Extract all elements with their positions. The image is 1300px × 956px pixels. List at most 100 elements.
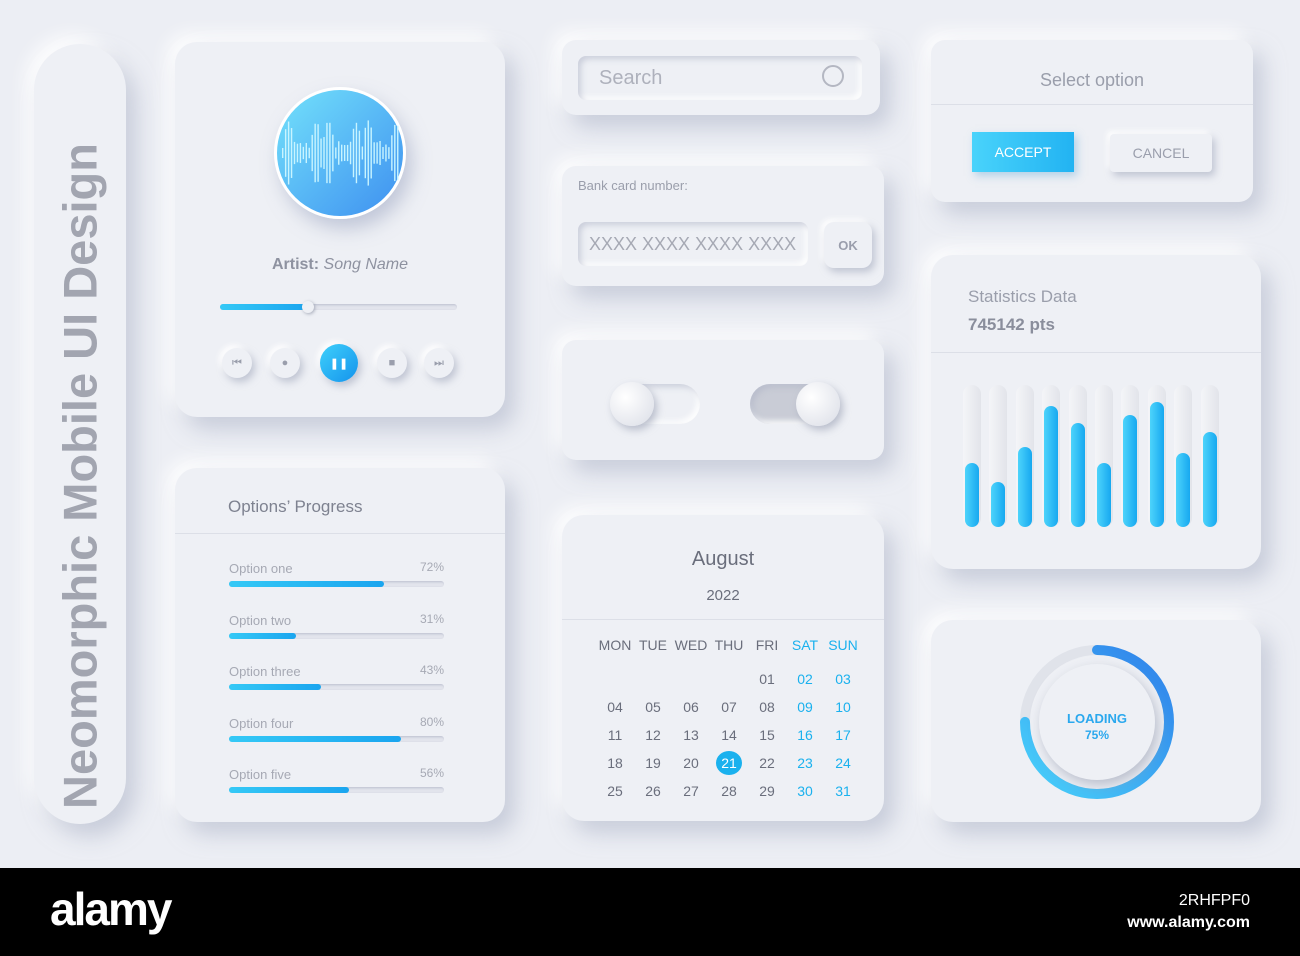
calendar-year: 2022 bbox=[706, 587, 740, 604]
search-input[interactable]: Search bbox=[578, 56, 862, 100]
stat-bar-track bbox=[1095, 385, 1113, 527]
weekday-label: SUN bbox=[828, 637, 858, 653]
calendar-day[interactable]: 11 bbox=[600, 727, 630, 743]
options-progress-card: Options’ Progress Option one 72% Option … bbox=[175, 468, 505, 822]
calendar-day[interactable]: 18 bbox=[600, 755, 630, 771]
calendar-day[interactable]: 10 bbox=[828, 699, 858, 715]
progress-value: 31% bbox=[419, 611, 444, 626]
calendar-day[interactable]: 14 bbox=[714, 727, 744, 743]
calendar-day[interactable]: 06 bbox=[676, 699, 706, 715]
calendar-day[interactable]: 13 bbox=[676, 727, 706, 743]
playback-slider[interactable] bbox=[220, 301, 457, 313]
stat-bar-track bbox=[1068, 385, 1087, 527]
artist-label: Artist: bbox=[271, 256, 320, 273]
album-waveform-disc bbox=[274, 87, 406, 219]
stat-bar-track bbox=[989, 385, 1008, 527]
stat-bar bbox=[1070, 423, 1085, 527]
calendar-day[interactable]: 19 bbox=[638, 755, 668, 771]
pause-button[interactable]: ❚❚ bbox=[320, 344, 358, 382]
progress-bar bbox=[229, 735, 444, 742]
search-icon[interactable] bbox=[822, 65, 844, 87]
stat-bar bbox=[1149, 402, 1164, 527]
stat-bar-track bbox=[963, 385, 981, 527]
ok-button[interactable]: OK bbox=[824, 222, 872, 268]
calendar-day[interactable]: 09 bbox=[790, 699, 820, 715]
weekday-label: MON bbox=[598, 637, 632, 653]
stat-bar-track bbox=[1015, 385, 1034, 527]
calendar-day[interactable]: 24 bbox=[828, 755, 858, 771]
calendar-day[interactable]: 12 bbox=[638, 727, 668, 743]
stat-bar-track bbox=[1174, 385, 1193, 527]
toggle-off[interactable] bbox=[610, 382, 700, 426]
calendar-day[interactable]: 04 bbox=[600, 699, 630, 715]
stats-value: 745142 pts bbox=[968, 315, 1055, 334]
progress-label: Option two bbox=[229, 612, 292, 628]
progress-bar bbox=[229, 632, 444, 639]
stat-bar bbox=[1017, 447, 1032, 527]
stop-button[interactable]: ■ bbox=[377, 348, 407, 378]
search-placeholder: Search bbox=[599, 67, 663, 89]
stat-bar bbox=[1202, 431, 1217, 527]
calendar-day[interactable]: 22 bbox=[752, 755, 782, 771]
calendar-day[interactable]: 15 bbox=[752, 727, 782, 743]
progress-value: 56% bbox=[419, 766, 444, 780]
statistics-card: Statistics Data 745142 pts bbox=[931, 255, 1261, 569]
stat-bar bbox=[1044, 406, 1059, 527]
calendar-day[interactable]: 29 bbox=[752, 783, 782, 799]
bank-card-label: Bank card number: bbox=[578, 178, 688, 193]
calendar-day[interactable]: 31 bbox=[828, 783, 858, 799]
record-button[interactable]: ● bbox=[270, 348, 300, 378]
calendar-day[interactable]: 02 bbox=[790, 671, 820, 687]
slider-knob[interactable] bbox=[301, 301, 314, 313]
loading-label: LOADING bbox=[1067, 711, 1127, 726]
progress-label: Option three bbox=[229, 664, 301, 679]
calendar-day[interactable]: 30 bbox=[790, 783, 820, 799]
calendar-day[interactable]: 03 bbox=[828, 671, 858, 687]
calendar-day[interactable]: 26 bbox=[638, 783, 668, 799]
accept-button[interactable]: ACCEPT bbox=[972, 132, 1074, 172]
cancel-button[interactable]: CANCEL bbox=[1110, 134, 1212, 172]
progress-bar bbox=[229, 581, 444, 587]
next-button[interactable]: ⏭ bbox=[424, 348, 454, 378]
stats-title: Statistics Data bbox=[968, 287, 1077, 306]
progress-item: Option four 80% bbox=[229, 714, 444, 742]
weekday-label: SAT bbox=[791, 637, 819, 653]
card-number-input[interactable]: XXXX XXXX XXXX XXXX bbox=[578, 222, 808, 266]
stat-bar-track bbox=[1147, 385, 1166, 527]
progress-value: 43% bbox=[419, 663, 444, 677]
progress-value: 80% bbox=[419, 714, 444, 729]
calendar-day[interactable]: 16 bbox=[790, 727, 820, 743]
progress-item: Option two 31% bbox=[229, 611, 444, 639]
waveform-icon bbox=[282, 120, 399, 186]
toggle-on[interactable] bbox=[750, 382, 840, 426]
calendar-day[interactable]: 27 bbox=[676, 783, 706, 799]
progress-label: Option one bbox=[229, 561, 293, 576]
calendar-day[interactable]: 07 bbox=[714, 699, 744, 715]
weekday-label: TUE bbox=[639, 637, 667, 653]
calendar-day[interactable]: 25 bbox=[600, 783, 630, 799]
progress-item: Option three 43% bbox=[229, 663, 444, 690]
calendar-day[interactable]: 23 bbox=[790, 755, 820, 771]
calendar-day[interactable]: 28 bbox=[714, 783, 744, 799]
stat-bar-track bbox=[1121, 385, 1140, 527]
song-name: Song Name bbox=[323, 256, 409, 273]
weekday-label: WED bbox=[674, 637, 708, 653]
calendar-day[interactable]: 01 bbox=[752, 671, 782, 687]
progress-bar bbox=[229, 684, 444, 690]
calendar-day[interactable]: 08 bbox=[752, 699, 782, 715]
progress-bar bbox=[229, 787, 444, 793]
loading-value: 75% bbox=[1084, 728, 1110, 742]
previous-button[interactable]: ⏮ bbox=[222, 348, 252, 378]
calendar-month: August bbox=[691, 548, 755, 570]
dialog-title: Select option bbox=[1039, 70, 1145, 90]
footer-bar: alamy 2RHFPF0 www.alamy.com bbox=[0, 868, 1300, 956]
calendar-day[interactable]: 17 bbox=[828, 727, 858, 743]
stat-bar-track bbox=[1042, 385, 1061, 527]
calendar-day[interactable]: 21 bbox=[716, 751, 742, 775]
stat-bar bbox=[1123, 414, 1138, 527]
progress-item: Option one 72% bbox=[229, 560, 444, 587]
calendar-card: August 2022 MON TUE WED THU FRI SAT SUN 01 02 03 0… bbox=[562, 515, 884, 821]
calendar-day[interactable]: 05 bbox=[638, 699, 668, 715]
track-info: Artist: Song Name bbox=[175, 256, 505, 274]
calendar-day[interactable]: 20 bbox=[676, 755, 706, 771]
